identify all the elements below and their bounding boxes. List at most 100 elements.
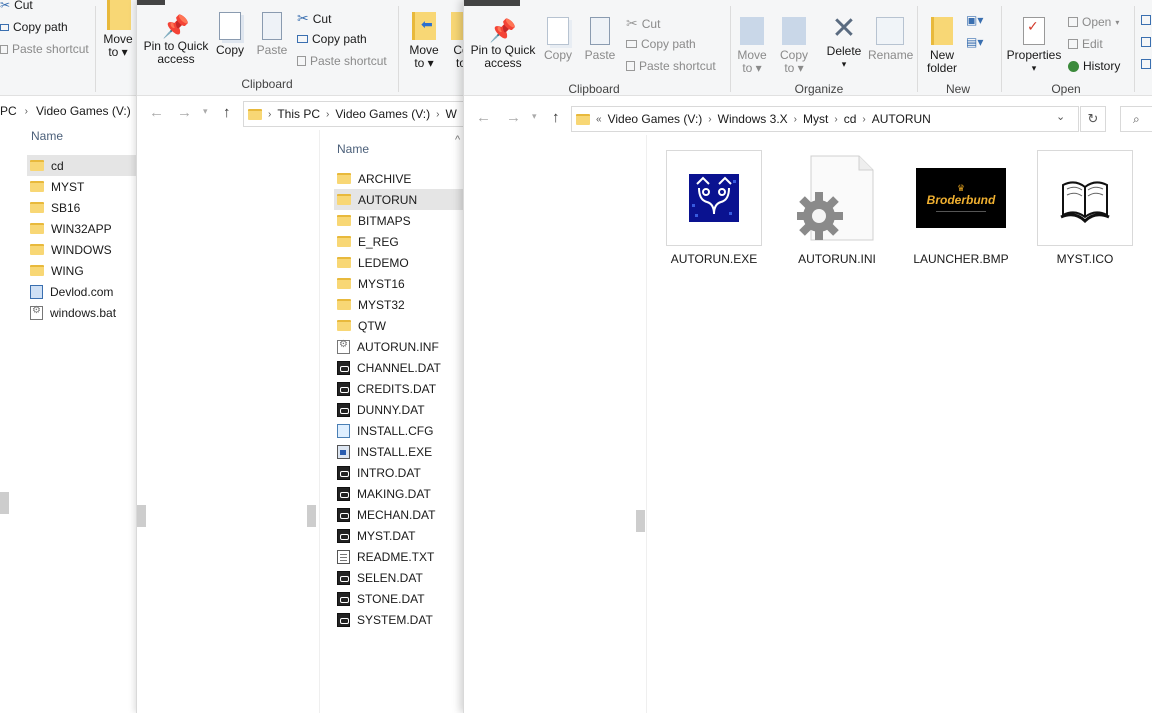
paste-button[interactable]: Paste [581,17,619,62]
list-item[interactable]: DUNNY.DAT [334,399,425,420]
list-item[interactable]: ARCHIVE [334,168,411,189]
paste-shortcut-button[interactable]: Paste shortcut [297,54,387,68]
list-item[interactable]: WIN32APP [27,218,112,239]
recent-locations-icon[interactable]: ▾ [203,106,208,117]
list-item[interactable]: SB16 [27,197,80,218]
breadcrumb-item[interactable]: Video Games (V:) [608,112,703,126]
folder-icon [337,320,351,331]
rename-button[interactable]: Rename [868,17,913,62]
breadcrumb-item[interactable]: Video Games (V:) [36,104,131,118]
list-item[interactable]: QTW [334,315,386,336]
paste-icon [262,12,282,40]
list-item[interactable]: BITMAPS [334,210,411,231]
breadcrumb-item[interactable]: Windows 3.X [718,112,788,126]
scrollbar-thumb[interactable] [0,492,9,514]
breadcrumb-item[interactable]: Myst [803,112,828,126]
list-item[interactable]: E_REG [334,231,399,252]
easy-access-icon[interactable]: ▤▾ [966,35,983,49]
up-arrow-icon[interactable]: ↑ [223,104,231,121]
list-item[interactable]: MAKING.DAT [334,483,431,504]
refresh-icon[interactable]: ↻ [1080,106,1106,132]
open-button[interactable]: Open ▾ [1068,15,1119,29]
file-tile[interactable]: MYST.ICO [1037,150,1133,266]
breadcrumb-item[interactable]: PC [0,104,17,118]
copy-button[interactable]: Copy [540,17,576,62]
list-item[interactable]: SELEN.DAT [334,567,423,588]
column-header-name[interactable]: Name [31,129,63,143]
copy-path-button[interactable]: Copy path [626,37,696,51]
scrollbar-thumb[interactable] [137,505,146,527]
explorer-window-video-games: ✂ Cut Copy path Paste shortcut Move to ▾… [0,0,136,713]
list-item[interactable]: CREDITS.DAT [334,378,436,399]
list-item[interactable]: STONE.DAT [334,588,425,609]
breadcrumb-item[interactable]: This PC [277,107,320,121]
list-item[interactable]: INSTALL.CFG [334,420,433,441]
address-bar[interactable]: PC › Video Games (V:) [0,97,136,125]
back-arrow-icon[interactable]: ← [149,104,164,121]
list-item[interactable]: WINDOWS [27,239,112,260]
edit-button[interactable]: Edit [1068,37,1103,51]
select-all-icon[interactable] [1141,15,1151,25]
up-arrow-icon[interactable]: ↑ [552,109,560,126]
paste-button[interactable]: Paste [253,12,291,57]
new-folder-button[interactable]: New folder [922,17,962,75]
cut-button[interactable]: ✂ Cut [0,0,33,12]
list-item[interactable]: MYST [27,176,84,197]
forward-arrow-icon[interactable]: → [506,109,521,126]
list-item[interactable]: MECHAN.DAT [334,504,435,525]
select-none-icon[interactable] [1141,37,1151,47]
cut-button[interactable]: ✂ Cut [297,10,331,27]
list-item[interactable]: WING [27,260,84,281]
move-to-button[interactable]: Move to ▾ [101,0,135,59]
delete-button[interactable]: ✕ Delete ▾ [822,13,866,71]
history-button[interactable]: History [1068,59,1120,73]
address-bar[interactable]: « Video Games (V:) › Windows 3.X › Myst … [571,106,1079,132]
copy-to-button[interactable]: Co to [449,12,464,70]
copy-path-button[interactable]: Copy path [297,32,367,46]
list-item[interactable]: SYSTEM.DAT [334,609,433,630]
properties-button[interactable]: ✓ Properties ▾ [1006,17,1062,75]
list-item[interactable]: windows.bat [27,302,116,323]
copy-path-button[interactable]: Copy path [0,20,68,34]
list-item[interactable]: AUTORUN [334,189,464,210]
list-item[interactable]: INTRO.DAT [334,462,421,483]
breadcrumb-item[interactable]: AUTORUN [872,112,931,126]
cut-button[interactable]: ✂ Cut [626,15,660,32]
breadcrumb-overflow-icon[interactable]: « [596,114,602,125]
list-item[interactable]: AUTORUN.INF [334,336,439,357]
breadcrumb-item[interactable]: W [445,107,456,121]
recent-locations-icon[interactable]: ▾ [532,111,537,122]
address-bar[interactable]: › This PC › Video Games (V:) › W [243,101,464,127]
paste-shortcut-button[interactable]: Paste shortcut [0,42,89,56]
list-item[interactable]: INSTALL.EXE [334,441,432,462]
file-tile[interactable]: AUTORUN.EXE [666,150,762,266]
scrollbar-thumb[interactable] [307,505,316,527]
pin-to-quick-access-button[interactable]: 📌 Pin to Quick access [143,14,209,66]
pin-to-quick-access-button[interactable]: 📌 Pin to Quick access [470,18,536,70]
column-header-name[interactable]: Name [337,142,369,156]
move-to-button[interactable]: Move to ▾ [734,17,770,75]
list-item[interactable]: CHANNEL.DAT [334,357,441,378]
copy-to-button[interactable]: Copy to ▾ [776,17,812,75]
scrollbar-thumb[interactable] [636,510,645,532]
list-item[interactable]: MYST16 [334,273,405,294]
file-tile[interactable]: AUTORUN.INI [789,150,885,266]
breadcrumb-item[interactable]: Video Games (V:) [335,107,430,121]
copy-button[interactable]: Copy [213,12,247,57]
list-item[interactable]: cd [27,155,136,176]
list-item[interactable]: Devlod.com [27,281,113,302]
breadcrumb-item[interactable]: cd [844,112,857,126]
paste-shortcut-button[interactable]: Paste shortcut [626,59,716,73]
list-item[interactable]: MYST.DAT [334,525,415,546]
list-item[interactable]: MYST32 [334,294,405,315]
list-item[interactable]: README.TXT [334,546,434,567]
move-to-button[interactable]: ⬅ Move to ▾ [405,12,443,70]
back-arrow-icon[interactable]: ← [476,109,491,126]
address-dropdown-icon[interactable]: ⌄ [1056,110,1065,123]
forward-arrow-icon[interactable]: → [177,104,192,121]
list-item[interactable]: LEDEMO [334,252,409,273]
file-tile[interactable]: ♛ Broderbund LAUNCHER.BMP [913,150,1009,266]
new-item-icon[interactable]: ▣▾ [966,13,983,27]
invert-selection-icon[interactable] [1141,59,1151,69]
search-icon[interactable]: ⌕ [1120,106,1152,132]
